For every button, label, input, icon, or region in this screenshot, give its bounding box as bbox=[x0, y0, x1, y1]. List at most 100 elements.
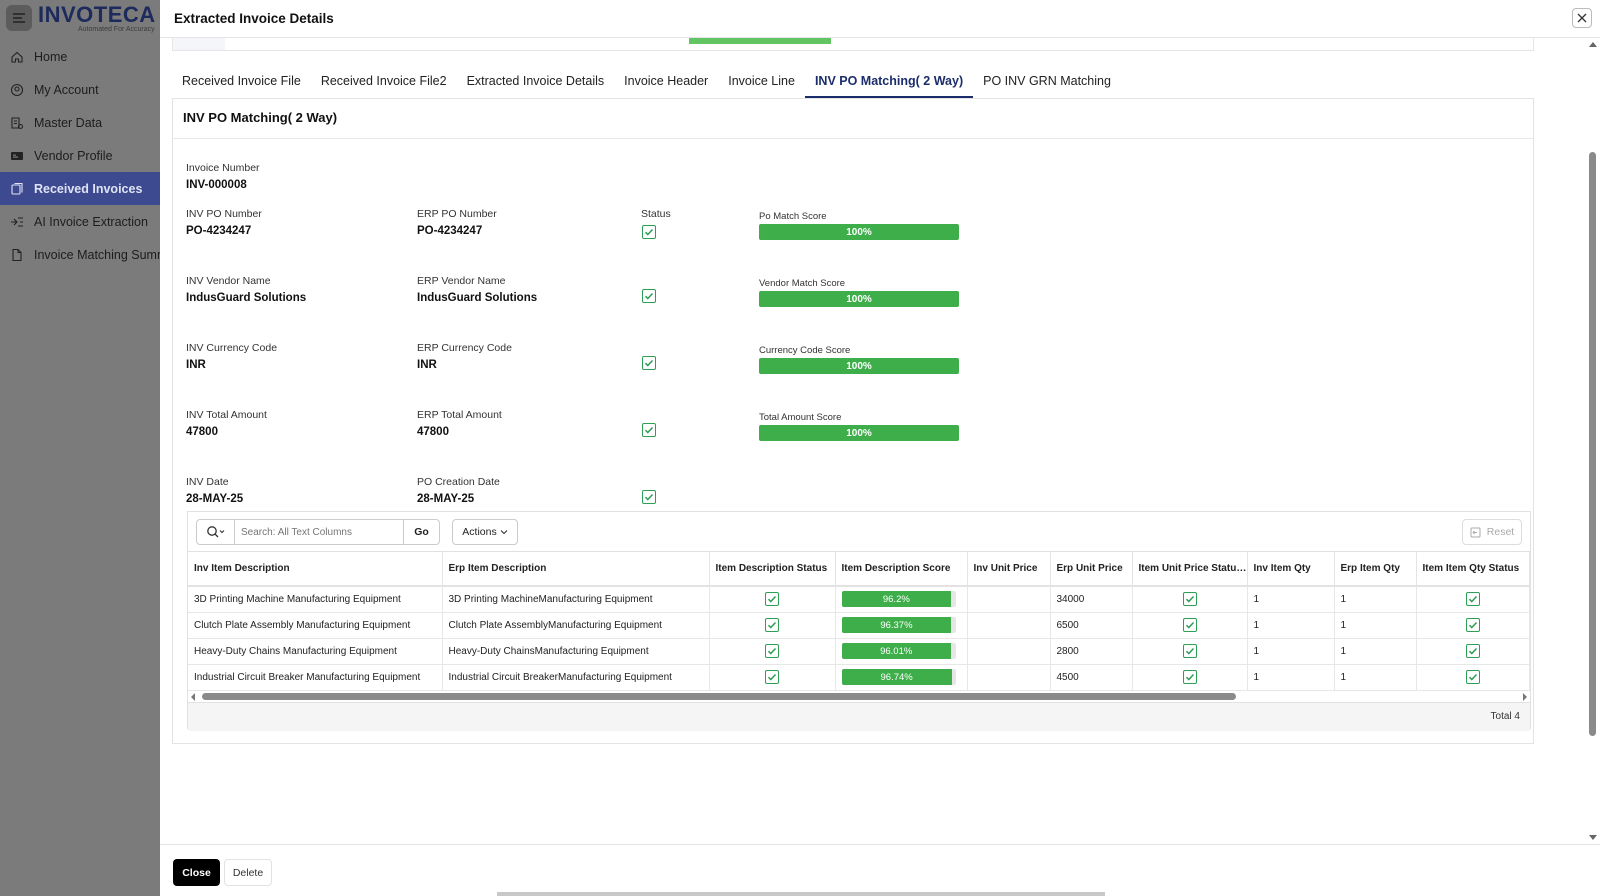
close-button[interactable]: Close bbox=[173, 859, 220, 886]
erp-item-qty: 1 bbox=[1334, 586, 1417, 613]
score-fill: 100% bbox=[759, 358, 959, 374]
chevron-down-icon bbox=[500, 530, 508, 535]
check-icon bbox=[644, 292, 654, 300]
scroll-up-icon[interactable] bbox=[1589, 42, 1597, 47]
scroll-right-icon[interactable] bbox=[1523, 692, 1527, 701]
scroll-down-icon[interactable] bbox=[1589, 835, 1597, 840]
status-checkbox[interactable] bbox=[1182, 618, 1197, 632]
invoice-number-field: Invoice Number INV-000008 bbox=[186, 162, 260, 191]
inv-unit-price bbox=[967, 664, 1051, 691]
modal-close-button[interactable] bbox=[1572, 8, 1592, 28]
database-icon bbox=[11, 116, 24, 129]
status-checkbox[interactable] bbox=[1465, 644, 1480, 658]
tab-inv-po-matching[interactable]: INV PO Matching( 2 Way) bbox=[804, 68, 974, 98]
total-amount-status-checkbox[interactable] bbox=[642, 423, 656, 437]
status-checkbox[interactable] bbox=[765, 592, 779, 607]
table-row[interactable]: 3D Printing Machine Manufacturing Equipm… bbox=[188, 586, 1530, 613]
status-checkbox[interactable] bbox=[1465, 592, 1480, 607]
score-fill: 100% bbox=[759, 224, 959, 240]
column-header[interactable]: Erp Item Qty bbox=[1334, 552, 1417, 587]
matching-panel: INV PO Matching( 2 Way) Invoice Number I… bbox=[172, 98, 1534, 744]
table-row[interactable]: Heavy-Duty Chains Manufacturing Equipmen… bbox=[188, 638, 1530, 665]
currency-code-score-bar: 100% bbox=[759, 358, 959, 374]
check-icon bbox=[1185, 621, 1194, 629]
column-header[interactable]: Inv Item Qty bbox=[1247, 552, 1335, 587]
column-header[interactable]: Inv Item Description bbox=[188, 552, 443, 587]
status-checkbox[interactable] bbox=[1465, 618, 1480, 632]
status-checkbox[interactable] bbox=[1182, 670, 1197, 684]
modal-vertical-scrollbar[interactable] bbox=[1588, 38, 1598, 844]
item-qty-status bbox=[1416, 586, 1530, 613]
status-checkbox[interactable] bbox=[1182, 644, 1197, 658]
erp-item-description: 3D Printing MachineManufacturing Equipme… bbox=[442, 586, 710, 613]
hamburger-icon bbox=[13, 13, 25, 23]
status-checkbox[interactable] bbox=[765, 644, 779, 658]
item-description-status bbox=[709, 664, 836, 691]
tab-received-invoice-file[interactable]: Received Invoice File bbox=[172, 68, 311, 98]
vendor-match-score-bar: 100% bbox=[759, 291, 959, 307]
tab-po-inv-grn-matching[interactable]: PO INV GRN Matching bbox=[973, 68, 1121, 98]
app-logo[interactable]: INVOTECA Automated For Accuracy bbox=[38, 3, 156, 33]
currency-code-score-label: Currency Code Score bbox=[759, 345, 851, 356]
scrollbar-thumb[interactable] bbox=[1589, 152, 1596, 736]
score-fill: 96.2% bbox=[841, 591, 952, 608]
search-column-selector[interactable] bbox=[197, 520, 235, 544]
vendor-name-status-checkbox[interactable] bbox=[642, 289, 656, 303]
scrollbar-thumb[interactable] bbox=[202, 692, 1236, 700]
column-header[interactable]: Erp Item Description bbox=[442, 552, 710, 587]
grid-horizontal-scrollbar[interactable] bbox=[188, 691, 1530, 703]
documents-icon bbox=[11, 182, 23, 195]
status-checkbox[interactable] bbox=[1182, 592, 1197, 607]
sidebar-item-received-invoices[interactable]: Received Invoices bbox=[0, 172, 160, 205]
reset-button[interactable]: Reset bbox=[1462, 519, 1522, 545]
inv-date-field: INV Date 28-MAY-25 bbox=[186, 476, 244, 505]
menu-toggle-button[interactable] bbox=[6, 5, 32, 31]
delete-button[interactable]: Delete bbox=[224, 859, 272, 886]
erp-unit-price: 6500 bbox=[1050, 612, 1133, 639]
check-icon bbox=[644, 426, 654, 434]
check-icon bbox=[644, 359, 654, 367]
sidebar-item-invoice-matching-summary[interactable]: Invoice Matching Summa bbox=[0, 238, 160, 271]
line-items-grid: Go Actions Reset bbox=[187, 511, 1531, 731]
date-status-checkbox[interactable] bbox=[642, 490, 656, 504]
table-row[interactable]: Clutch Plate Assembly Manufacturing Equi… bbox=[188, 612, 1530, 639]
column-header[interactable]: Item Unit Price Status.. bbox=[1132, 552, 1248, 587]
sidebar-item-my-account[interactable]: My Account bbox=[0, 73, 160, 106]
po-number-status-checkbox[interactable] bbox=[642, 225, 656, 239]
erp-unit-price: 4500 bbox=[1050, 664, 1133, 691]
table-row[interactable]: Industrial Circuit Breaker Manufacturing… bbox=[188, 664, 1530, 691]
column-header[interactable]: Item Item Qty Status bbox=[1416, 552, 1530, 587]
column-header[interactable]: Inv Unit Price bbox=[967, 552, 1051, 587]
search-input[interactable] bbox=[235, 521, 403, 543]
column-header[interactable]: Erp Unit Price bbox=[1050, 552, 1133, 587]
tab-extracted-invoice-details[interactable]: Extracted Invoice Details bbox=[457, 68, 615, 98]
user-circle-icon bbox=[10, 83, 24, 96]
status-checkbox[interactable] bbox=[1465, 670, 1480, 684]
page-horizontal-scrollbar[interactable] bbox=[497, 892, 1105, 896]
total-amount-score-label: Total Amount Score bbox=[759, 412, 842, 423]
status-checkbox[interactable] bbox=[765, 618, 779, 632]
tab-invoice-line[interactable]: Invoice Line bbox=[718, 68, 805, 98]
tab-invoice-header[interactable]: Invoice Header bbox=[614, 68, 718, 98]
id-card-icon bbox=[11, 151, 23, 160]
sidebar-item-ai-invoice-extraction[interactable]: AI Invoice Extraction bbox=[0, 205, 160, 238]
sidebar-item-home[interactable]: Home bbox=[0, 40, 160, 73]
scroll-left-icon[interactable] bbox=[191, 692, 195, 701]
item-unit-price-status bbox=[1132, 612, 1248, 639]
column-header[interactable]: Item Description Status bbox=[709, 552, 836, 587]
currency-code-status-checkbox[interactable] bbox=[642, 356, 656, 370]
tab-bar: Received Invoice File Received Invoice F… bbox=[172, 68, 1121, 98]
erp-item-description: Clutch Plate AssemblyManufacturing Equip… bbox=[442, 612, 710, 639]
sidebar-item-master-data[interactable]: Master Data bbox=[0, 106, 160, 139]
tab-received-invoice-file2[interactable]: Received Invoice File2 bbox=[311, 68, 457, 98]
go-button[interactable]: Go bbox=[403, 520, 439, 544]
status-checkbox[interactable] bbox=[765, 670, 779, 684]
check-icon bbox=[1468, 647, 1477, 655]
check-icon bbox=[1185, 647, 1194, 655]
inv-item-qty: 1 bbox=[1247, 586, 1335, 613]
sidebar-item-vendor-profile[interactable]: Vendor Profile bbox=[0, 139, 160, 172]
home-icon bbox=[11, 51, 23, 63]
inv-po-number-field: INV PO Number PO-4234247 bbox=[186, 208, 262, 237]
actions-menu-button[interactable]: Actions bbox=[452, 519, 518, 545]
column-header[interactable]: Item Description Score bbox=[835, 552, 968, 587]
